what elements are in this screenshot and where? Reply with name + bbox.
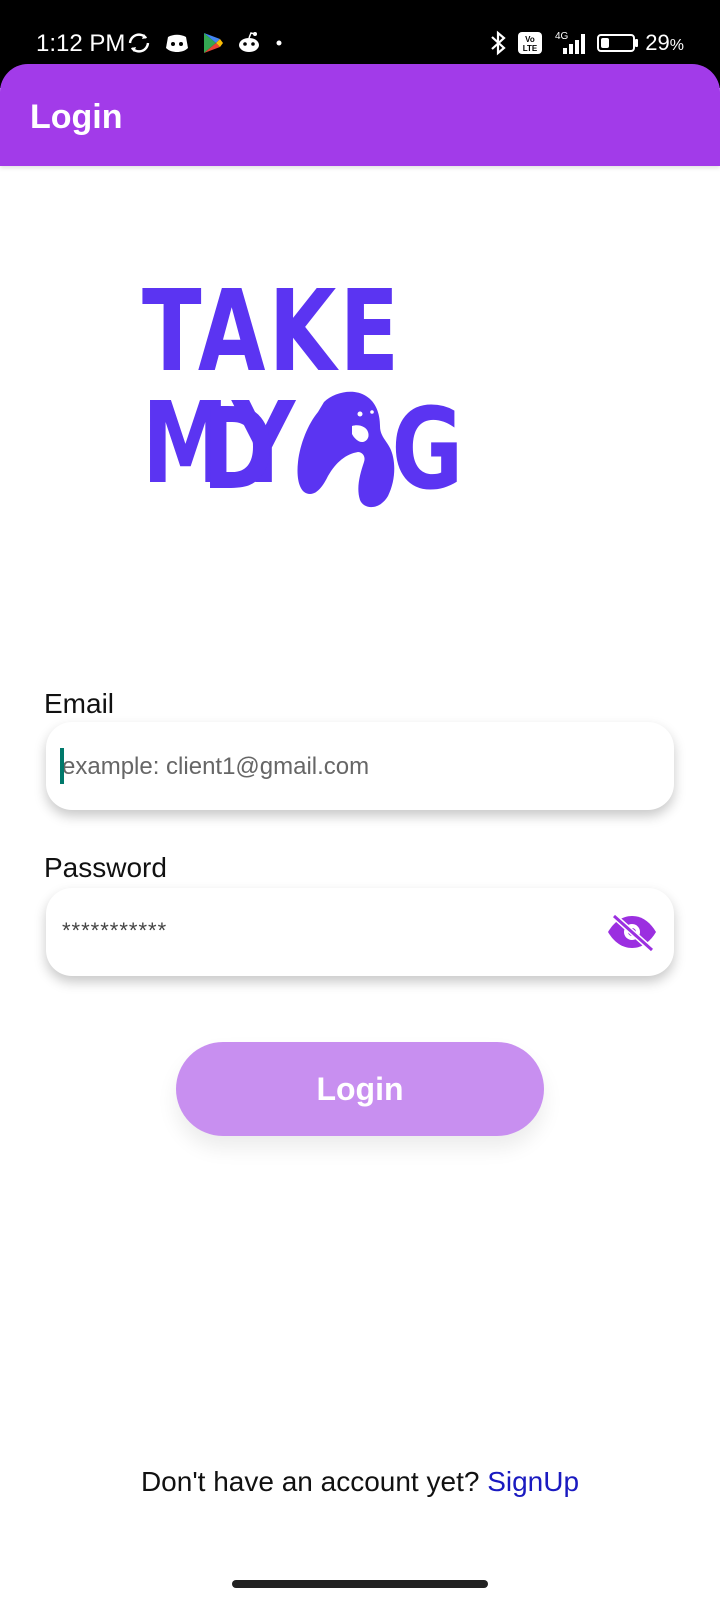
text-cursor	[60, 748, 64, 784]
reddit-icon	[239, 32, 259, 52]
password-field[interactable]: ***********	[46, 888, 674, 976]
signal-icon: 4G	[555, 31, 586, 54]
battery-percent: 29%	[645, 30, 684, 55]
app-bar: Login	[0, 64, 720, 166]
take-my-dog-logo: TAKE MY DG	[142, 276, 542, 516]
home-indicator[interactable]	[232, 1580, 488, 1588]
notification-icons	[126, 30, 284, 56]
signup-prompt-text: Don't have an account yet?	[140, 1466, 480, 1497]
page-title: Login	[30, 98, 123, 136]
volte-icon: VoLTE	[518, 32, 543, 54]
email-field-container	[46, 722, 674, 812]
dog-logo-icon	[297, 391, 395, 508]
bluetooth-icon	[491, 30, 506, 56]
svg-text:4G: 4G	[555, 31, 569, 42]
play-store-icon	[204, 33, 223, 53]
battery-icon	[597, 34, 639, 52]
password-label: Password	[44, 852, 167, 883]
eye-off-icon[interactable]	[604, 912, 660, 952]
dot-icon	[276, 40, 282, 46]
status-time: 1:12 PM	[36, 30, 126, 57]
svg-text:Vo: Vo	[525, 35, 535, 44]
password-input[interactable]: ***********	[62, 918, 167, 944]
svg-text:LTE: LTE	[523, 44, 538, 53]
email-label: Email	[44, 688, 115, 719]
discord-icon	[166, 34, 188, 52]
sync-icon	[128, 33, 150, 53]
login-button[interactable]: Login	[176, 1042, 544, 1136]
email-input[interactable]	[60, 722, 624, 812]
system-icons: Vo LTE 4G 29%	[489, 30, 684, 56]
signup-prompt: Don't have an account yet? SignUp	[0, 1466, 720, 1498]
signup-link[interactable]: SignUp	[487, 1466, 579, 1497]
